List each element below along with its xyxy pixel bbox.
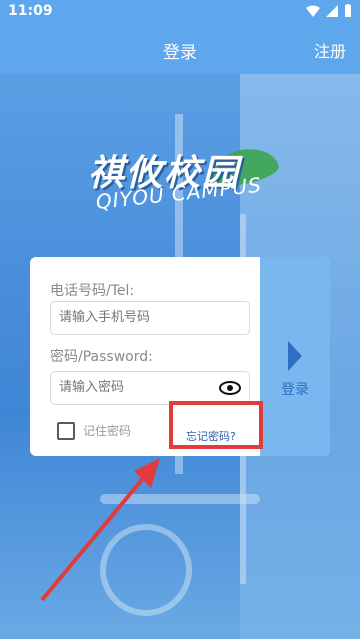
submit-button[interactable]: 登录 xyxy=(260,257,330,456)
app-bar: 登录 注册 xyxy=(0,24,360,74)
remember-label: 记住密码 xyxy=(83,424,132,438)
remember-checkbox[interactable] xyxy=(57,422,75,440)
wifi-icon xyxy=(306,5,320,17)
signal-icon xyxy=(326,4,338,17)
page-title: 登录 xyxy=(163,43,197,63)
arrow-right-icon xyxy=(288,341,302,371)
app-logo: 祺攸校园 QIYOU CAMPUS xyxy=(78,138,288,233)
phone-input[interactable] xyxy=(57,309,211,326)
highlight-box xyxy=(169,401,263,449)
password-field-box xyxy=(50,371,250,405)
register-button[interactable]: 注册 xyxy=(314,38,346,62)
phone-label: 电话号码/Tel: xyxy=(50,283,135,299)
status-bar: 11:09 xyxy=(0,0,360,24)
submit-label: 登录 xyxy=(281,382,309,398)
battery-icon xyxy=(345,4,351,17)
phone-field-box xyxy=(50,301,250,335)
password-label: 密码/Password: xyxy=(50,349,153,365)
status-time: 11:09 xyxy=(8,3,53,19)
eye-icon[interactable] xyxy=(219,381,241,395)
background-pipe xyxy=(100,494,260,504)
status-icons xyxy=(306,4,352,17)
background-pipe xyxy=(100,524,192,616)
password-input[interactable] xyxy=(57,379,211,396)
